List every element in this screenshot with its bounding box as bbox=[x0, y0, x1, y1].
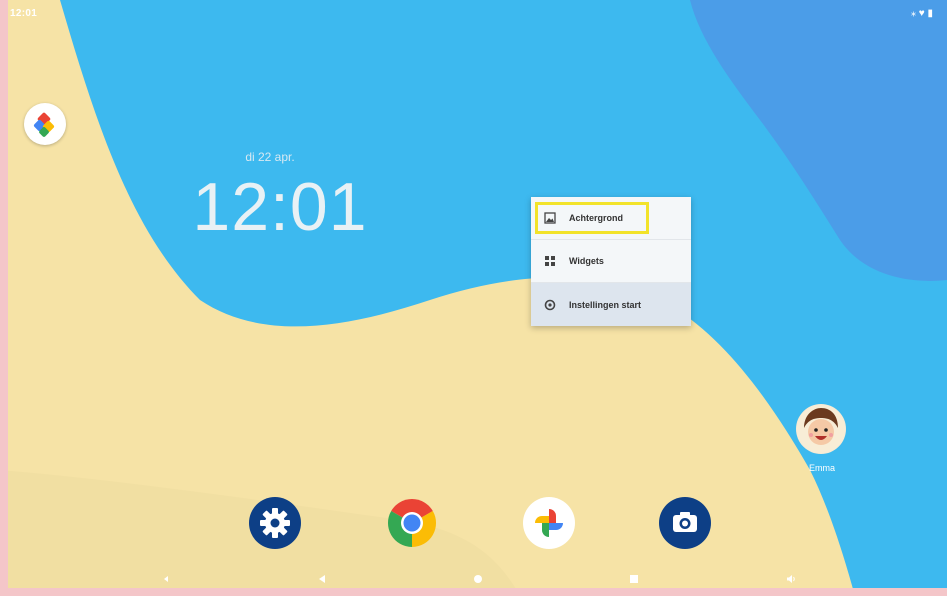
camera-icon[interactable] bbox=[659, 497, 711, 549]
menu-item-label: Instellingen start bbox=[569, 299, 642, 310]
settings-icon bbox=[543, 298, 557, 312]
wallpaper bbox=[0, 0, 947, 596]
menu-item-label: Widgets bbox=[569, 256, 604, 266]
navigation-bar bbox=[0, 565, 947, 595]
nav-left-icon[interactable] bbox=[160, 573, 172, 585]
google-assistant-icon[interactable] bbox=[24, 103, 66, 145]
menu-item-home-settings[interactable]: Instellingen start bbox=[531, 283, 691, 326]
recents-icon[interactable] bbox=[628, 573, 640, 585]
status-time: 12:01 bbox=[10, 8, 38, 19]
status-bar: 12:01 ⁎ ♥ ▮ bbox=[0, 0, 947, 26]
home-screen: 12:01 ⁎ ♥ ▮ di 22 apr. 12:01 Achtergrond… bbox=[0, 0, 947, 596]
menu-item-widgets[interactable]: Widgets bbox=[531, 240, 691, 283]
home-icon[interactable] bbox=[472, 573, 484, 585]
widgets-icon bbox=[543, 254, 557, 268]
volume-icon[interactable] bbox=[785, 573, 797, 585]
back-icon[interactable] bbox=[316, 573, 328, 585]
highlight-box bbox=[535, 202, 649, 234]
chrome-icon[interactable] bbox=[386, 497, 438, 549]
status-icons: ⁎ ♥ ▮ bbox=[911, 8, 933, 19]
google-photos-icon[interactable] bbox=[523, 497, 575, 549]
clock-date: di 22 apr. bbox=[245, 150, 295, 164]
settings-gear-icon[interactable] bbox=[249, 497, 301, 549]
contact-label: Emma bbox=[808, 463, 835, 473]
contact-avatar-icon[interactable] bbox=[796, 404, 846, 454]
clock-time[interactable]: 12:01 bbox=[180, 168, 380, 246]
